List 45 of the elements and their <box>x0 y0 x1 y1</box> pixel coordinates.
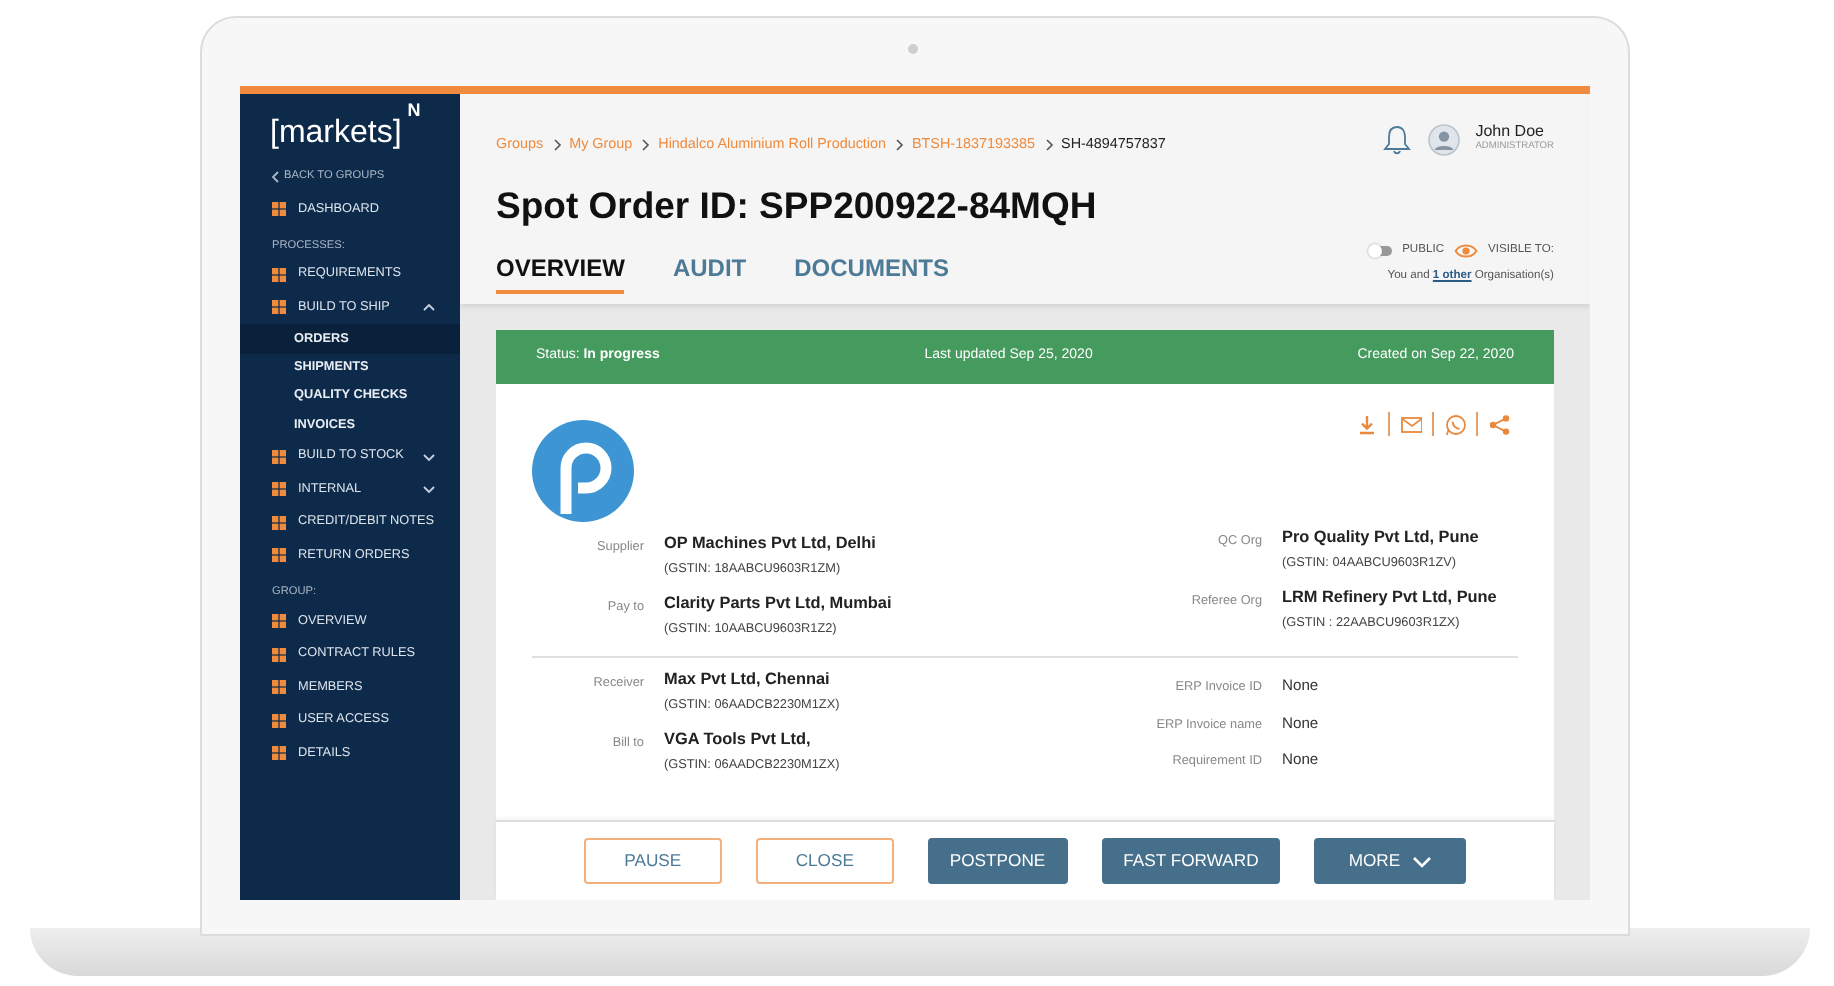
grid-icon <box>272 515 286 530</box>
page-title: Spot Order ID: SPP200922-84MQH <box>496 184 1099 229</box>
org-name: OP Machines Pvt Ltd, Delhi <box>664 534 878 554</box>
brand-logo: [markets] <box>270 118 402 150</box>
tab[interactable]: AUDIT <box>672 248 747 295</box>
org-name: Clarity Parts Pvt Ltd, Mumbai <box>664 594 894 615</box>
grid-icon <box>272 300 286 315</box>
grid-icon <box>272 746 286 761</box>
org-name: Pro Quality Pvt Ltd, Pune <box>1282 528 1481 548</box>
caret-icon <box>1412 853 1433 869</box>
grid-icon <box>272 202 286 217</box>
company-logo <box>532 420 634 522</box>
avatar-icon <box>1427 124 1460 156</box>
tab[interactable]: OVERVIEW <box>496 248 625 295</box>
grid-icon <box>272 613 286 628</box>
action-button[interactable]: PAUSE <box>583 838 722 884</box>
share-icon[interactable] <box>1488 413 1510 435</box>
eye-icon <box>1454 241 1479 259</box>
mail-icon[interactable] <box>1400 413 1422 435</box>
more-dropdown-button[interactable]: MORE <box>1314 838 1467 884</box>
chevron-right-icon <box>640 137 651 152</box>
grid-icon <box>272 548 286 563</box>
camera-dot <box>908 44 918 54</box>
chevron-right-icon <box>551 137 562 152</box>
grid-icon <box>272 449 286 464</box>
grid-icon <box>272 713 286 728</box>
chevron-right-icon <box>1043 137 1054 152</box>
grid-icon <box>272 680 286 695</box>
bell-icon[interactable] <box>1381 124 1412 156</box>
org-name: Max Pvt Ltd, Chennai <box>664 669 832 690</box>
org-name: LRM Refinery Pvt Ltd, Pune <box>1282 588 1497 609</box>
action-button[interactable]: FAST FORWARD <box>1101 838 1281 884</box>
action-button[interactable]: POSTPONE <box>927 838 1068 884</box>
grid-icon <box>272 267 286 282</box>
tab[interactable]: DOCUMENTS <box>794 248 949 295</box>
grid-icon <box>272 647 286 661</box>
chat-bubble-icon[interactable] <box>1444 413 1466 435</box>
chevron-left-icon <box>270 169 280 184</box>
user-name: John Doe <box>1475 124 1546 141</box>
grid-icon <box>272 482 286 497</box>
action-button[interactable]: CLOSE <box>755 838 894 884</box>
org-name: VGA Tools Pvt Ltd, <box>664 730 813 751</box>
download-icon[interactable] <box>1356 413 1378 435</box>
chevron-right-icon <box>894 137 904 152</box>
public-toggle[interactable] <box>1370 245 1393 255</box>
